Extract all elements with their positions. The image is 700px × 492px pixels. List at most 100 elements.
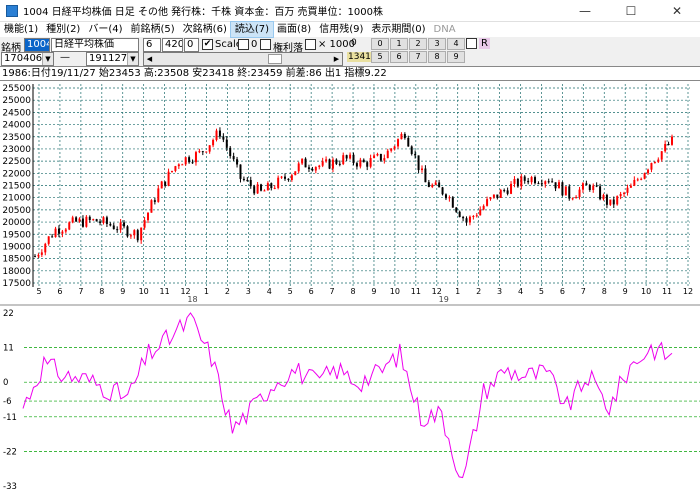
candle-body (629, 185, 632, 188)
range-scrollbar[interactable]: ◀ ▶ (143, 52, 343, 66)
candle-body (342, 155, 345, 165)
candle-body (671, 136, 673, 145)
candle-body (379, 153, 382, 161)
scale-num-checkbox[interactable] (238, 39, 249, 50)
candle-body (167, 171, 170, 186)
title-bar[interactable]: 1004 日経平均株価 日足 その他 発行株：千株 資本金：百万 売買単位：10… (0, 0, 700, 22)
candle-body (458, 211, 461, 218)
menu-function[interactable]: 機能(1) (0, 22, 42, 37)
candle-body (194, 152, 197, 163)
offset-field[interactable]: 0 (184, 38, 199, 52)
candle-body (129, 235, 132, 237)
rights-checkbox[interactable] (260, 39, 271, 50)
stock-name-field[interactable]: 日経平均株価 (51, 38, 139, 52)
candle-body (397, 139, 400, 147)
from-date-dropdown-icon[interactable]: ▼ (42, 53, 53, 65)
candle-body (78, 218, 81, 222)
candle-body (37, 254, 40, 257)
candlestick (441, 186, 444, 196)
candle-body (640, 178, 643, 180)
f-checkbox[interactable] (466, 38, 477, 49)
num-button-9[interactable]: 9 (447, 51, 465, 63)
candle-body (647, 169, 650, 174)
candle-body (482, 205, 485, 210)
period-field[interactable]: 6 (143, 38, 161, 52)
candle-body (51, 236, 54, 238)
num-button-1[interactable]: 1 (390, 38, 408, 50)
menu-margin[interactable]: 信用残(9) (315, 22, 367, 37)
candle-body (486, 199, 489, 206)
num-button-8[interactable]: 8 (428, 51, 446, 63)
scroll-right-icon[interactable]: ▶ (331, 53, 342, 65)
close-button[interactable]: ✕ (654, 0, 700, 22)
candle-body (520, 176, 523, 187)
month-tick-label: 5 (36, 287, 41, 296)
candle-body (417, 155, 420, 171)
price-tick-label: 22500 (2, 157, 31, 167)
scroll-left-icon[interactable]: ◀ (144, 53, 155, 65)
candlestick (568, 184, 571, 201)
candle-body (147, 212, 150, 221)
candle-body (133, 230, 136, 236)
candle-body (47, 236, 50, 244)
maximize-button[interactable]: ☐ (608, 0, 654, 22)
candle-body (102, 217, 105, 223)
menu-next-stock[interactable]: 次銘柄(6) (179, 22, 231, 37)
month-tick-label: 9 (120, 287, 125, 296)
candle-body (403, 133, 406, 138)
from-date-combo[interactable]: 170406 ▼ (1, 52, 54, 66)
menu-prev-stock[interactable]: 前銘柄(5) (127, 22, 179, 37)
month-tick-label: 10 (139, 287, 149, 296)
candle-body (249, 180, 252, 187)
num-button-4[interactable]: 4 (447, 38, 465, 50)
menu-screen[interactable]: 画面(8) (273, 22, 315, 37)
menu-type[interactable]: 種別(2) (42, 22, 84, 37)
candle-body (568, 186, 571, 199)
candle-body (643, 173, 646, 179)
mult-checkbox[interactable] (305, 39, 316, 50)
menu-bar-style[interactable]: バー(4) (84, 22, 126, 37)
month-tick-label: 8 (602, 287, 607, 296)
candle-body (287, 178, 290, 180)
price-tick-label: 25500 (2, 84, 31, 94)
num-button-5[interactable]: 5 (371, 51, 389, 63)
num-button-3[interactable]: 3 (428, 38, 446, 50)
candle-body (616, 196, 619, 205)
candle-body (475, 215, 478, 217)
candle-body (153, 200, 156, 202)
num-button-0[interactable]: 0 (371, 38, 389, 50)
indicator-tick-label: -6 (3, 397, 11, 407)
scroll-thumb[interactable] (268, 54, 282, 64)
candle-body (321, 161, 324, 166)
num-button-7[interactable]: 7 (409, 51, 427, 63)
candle-body (664, 143, 667, 152)
num-button-2[interactable]: 2 (409, 38, 427, 50)
indicator-tick-label: -22 (3, 447, 17, 457)
side-top-value: 0 (351, 38, 357, 48)
candle-body (201, 151, 204, 153)
scale-checkbox[interactable]: ✔ (202, 39, 213, 50)
info-bar: 1986:日付19/11/27 始23453 高:23508 安23418 終:… (0, 66, 700, 81)
candle-body (561, 182, 564, 196)
to-date-dropdown-icon[interactable]: ▼ (127, 53, 138, 65)
candle-body (575, 196, 578, 199)
candle-body (506, 190, 509, 194)
count-field[interactable]: 4200 (162, 38, 183, 52)
candle-body (355, 163, 358, 167)
code-field[interactable]: 1004 (24, 38, 50, 52)
month-tick-label: 8 (350, 287, 355, 296)
candle-body (215, 130, 218, 140)
candlestick (68, 221, 71, 231)
menu-load[interactable]: 読込(7) (229, 21, 275, 38)
menu-dna[interactable]: DNA (430, 22, 460, 37)
to-date-combo[interactable]: 191127 ▼ (86, 52, 139, 66)
menu-period[interactable]: 表示期間(0) (367, 22, 429, 37)
num-button-6[interactable]: 6 (390, 51, 408, 63)
candle-body (599, 186, 602, 200)
minimize-button[interactable]: — (562, 0, 608, 22)
month-tick-label: 10 (390, 287, 400, 296)
price-tick-label: 20000 (2, 218, 31, 228)
candle-body (116, 229, 119, 231)
candle-body (376, 153, 379, 156)
candle-body (236, 159, 239, 165)
